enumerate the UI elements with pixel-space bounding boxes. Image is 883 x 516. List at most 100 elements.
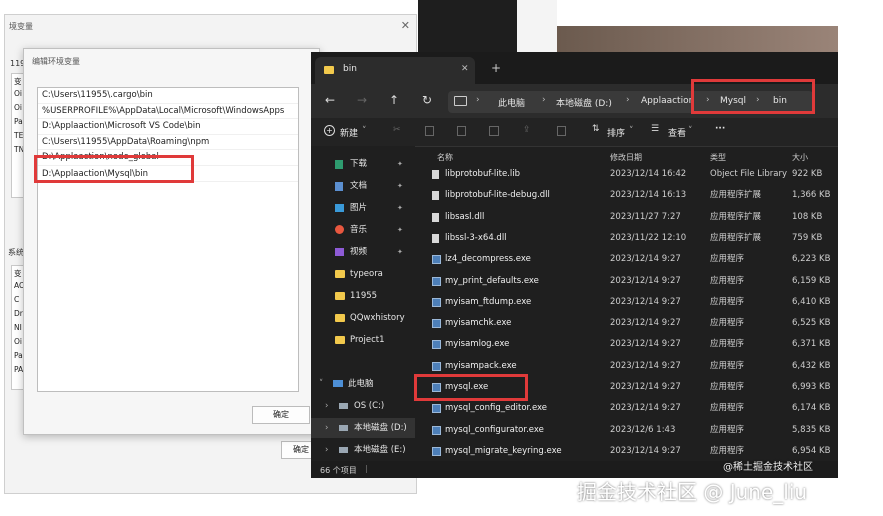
delete-icon[interactable] xyxy=(557,126,566,136)
sidebar-item-label: typeora xyxy=(350,269,383,279)
file-type: 应用程序 xyxy=(710,403,745,414)
file-size: 922 KB xyxy=(792,169,823,179)
column-header-size[interactable]: 大小 xyxy=(792,152,808,163)
drive-icon xyxy=(339,403,348,409)
application-icon xyxy=(432,340,441,350)
rename-icon[interactable] xyxy=(489,126,499,136)
sidebar-item-11955[interactable]: 11955 xyxy=(311,286,415,306)
column-header-type[interactable]: 类型 xyxy=(710,152,726,163)
file-type: 应用程序 xyxy=(710,275,745,286)
chevron-right-icon[interactable]: › xyxy=(325,440,328,460)
sidebar-item-label: 本地磁盘 (D:) xyxy=(354,423,407,433)
file-size: 6,410 KB xyxy=(792,296,831,307)
application-icon xyxy=(432,297,441,307)
file-date: 2023/12/14 16:42 xyxy=(610,169,687,179)
sidebar-item-[interactable]: 音乐 ✦ xyxy=(311,220,415,240)
refresh-icon[interactable]: ↻ xyxy=(422,93,432,107)
dialog-title: 编辑环境变量 xyxy=(32,57,80,66)
file-date: 2023/12/14 9:27 xyxy=(610,275,681,286)
application-icon xyxy=(432,319,441,329)
sidebar-item-e[interactable]: › 本地磁盘 (E:) xyxy=(311,440,415,460)
list-item[interactable]: C:\Users\11955\AppData\Roaming\npm xyxy=(38,135,298,150)
chevron-down-icon[interactable]: ˅ xyxy=(319,374,323,394)
file-date: 2023/11/27 7:27 xyxy=(610,211,681,222)
new-button[interactable]: 新建 xyxy=(340,126,358,139)
ok-button[interactable]: 确定 xyxy=(252,406,310,424)
music-icon xyxy=(335,225,344,234)
file-name: my_print_defaults.exe xyxy=(445,275,539,286)
list-item[interactable]: C:\Users\11955\.cargo\bin xyxy=(38,88,298,104)
file-size: 759 KB xyxy=(792,232,823,243)
highlight-box-breadcrumb xyxy=(691,79,815,114)
file-row[interactable]: lz4_decompress.exe 2023/12/14 9:27 应用程序 6,2… xyxy=(417,249,838,270)
file-date: 2023/11/22 12:10 xyxy=(610,232,687,243)
application-icon xyxy=(432,276,441,286)
sidebar-item-[interactable]: 视频 ✦ xyxy=(311,242,415,262)
breadcrumb-item[interactable]: 本地磁盘 (D:) xyxy=(556,96,612,109)
file-name: libprotobuf-lite.lib xyxy=(445,169,521,179)
paste-icon[interactable] xyxy=(457,126,466,136)
file-row[interactable]: mysql_config_editor.exe 2023/12/14 9:27 应用… xyxy=(417,398,838,419)
close-icon[interactable]: ✕ xyxy=(461,64,469,74)
file-type: 应用程序 xyxy=(710,382,745,392)
file-type: 应用程序扩展 xyxy=(710,232,762,243)
sidebar-item-[interactable]: 文档 ✦ xyxy=(311,176,415,196)
list-item[interactable]: D:\Applaaction\Microsoft VS Code\bin xyxy=(38,119,298,135)
file-date: 2023/12/14 9:27 xyxy=(610,445,681,456)
navigation-pane: 下载 ✦ 文档 ✦ 图片 ✦ 音乐 ✦ 视频 ✦ typeora 11955 QQwxhistory Pr… xyxy=(311,146,415,461)
file-row[interactable]: libprotobuf-lite-debug.dll 2023/12/14 16:… xyxy=(417,185,838,206)
file-row[interactable]: myisam_ftdump.exe 2023/12/14 9:27 应用程序 6,41… xyxy=(417,292,838,313)
sort-button[interactable]: 排序 xyxy=(607,126,625,139)
file-date: 2023/12/14 9:27 xyxy=(610,382,681,392)
file-row[interactable]: myisamchk.exe 2023/12/14 9:27 应用程序 6,525 KB xyxy=(417,313,838,334)
sidebar-item-label: 此电脑 xyxy=(348,379,374,389)
sidebar-item-[interactable]: 下载 ✦ xyxy=(311,154,415,174)
chevron-right-icon[interactable]: › xyxy=(325,396,328,416)
file-date: 2023/12/14 9:27 xyxy=(610,254,681,265)
file-row[interactable]: libprotobuf-lite.lib 2023/12/14 16:42 Obje… xyxy=(417,164,838,185)
copy-icon[interactable] xyxy=(425,126,434,136)
computer-icon xyxy=(333,380,343,387)
cut-icon[interactable]: ✂ xyxy=(393,125,401,135)
computer-icon xyxy=(454,96,467,106)
sidebar-item-[interactable]: ˅ 此电脑 xyxy=(311,374,415,394)
background-photo-3 xyxy=(557,26,838,52)
chevron-right-icon[interactable]: › xyxy=(325,418,328,438)
file-row[interactable]: libssl-3-x64.dll 2023/11/22 12:10 应用程序扩展 75… xyxy=(417,228,838,249)
breadcrumb-item[interactable]: Applaaction xyxy=(641,96,694,106)
view-button[interactable]: 查看 xyxy=(668,126,686,139)
watermark-small: @稀土掘金技术社区 xyxy=(723,462,813,473)
add-tab-icon[interactable]: + xyxy=(491,61,501,75)
sidebar-item-[interactable]: 图片 ✦ xyxy=(311,198,415,218)
more-options-icon[interactable]: ··· xyxy=(715,124,725,134)
file-row[interactable]: my_print_defaults.exe 2023/12/14 9:27 应用程序… xyxy=(417,271,838,292)
sidebar-item-d[interactable]: › 本地磁盘 (D:) xyxy=(311,418,415,438)
column-header-date[interactable]: 修改日期 xyxy=(610,152,642,163)
chevron-down-icon: ˅ xyxy=(629,126,634,136)
close-icon[interactable]: ✕ xyxy=(401,19,410,32)
sidebar-item-label: QQwxhistory xyxy=(350,313,405,323)
breadcrumb-item[interactable]: 此电脑 xyxy=(498,96,525,109)
tab-bin[interactable]: bin ✕ xyxy=(315,57,475,84)
file-row[interactable]: mysql_configurator.exe 2023/12/6 1:43 应用程序… xyxy=(417,420,838,441)
folder-icon xyxy=(335,336,345,344)
pin-icon: ✦ xyxy=(397,226,403,234)
file-size: 108 KB xyxy=(792,211,823,222)
list-item[interactable]: %USERPROFILE%\AppData\Local\Microsoft\Wi… xyxy=(38,104,298,119)
sidebar-item-label: 下载 xyxy=(350,159,368,169)
sidebar-item-project1[interactable]: Project1 xyxy=(311,330,415,350)
forward-arrow-icon[interactable]: → xyxy=(357,93,367,107)
file-name: myisam_ftdump.exe xyxy=(445,296,532,307)
column-header-name[interactable]: 名称 xyxy=(437,152,453,163)
file-row[interactable]: myisamlog.exe 2023/12/14 9:27 应用程序 6,371 KB xyxy=(417,334,838,355)
path-list[interactable]: C:\Users\11955\.cargo\bin %USERPROFILE%\… xyxy=(37,87,299,392)
highlight-box-path xyxy=(34,155,194,183)
share-icon[interactable]: ⇪ xyxy=(523,125,531,135)
file-size: 1,366 KB xyxy=(792,190,831,201)
sidebar-item-typeora[interactable]: typeora xyxy=(311,264,415,284)
sidebar-item-qqwxhistory[interactable]: QQwxhistory xyxy=(311,308,415,328)
back-arrow-icon[interactable]: ← xyxy=(325,93,335,107)
up-arrow-icon[interactable]: ↑ xyxy=(389,93,399,107)
sidebar-item-os-c[interactable]: › OS (C:) xyxy=(311,396,415,416)
file-row[interactable]: libsasl.dll 2023/11/27 7:27 应用程序扩展 108 KB xyxy=(417,207,838,228)
